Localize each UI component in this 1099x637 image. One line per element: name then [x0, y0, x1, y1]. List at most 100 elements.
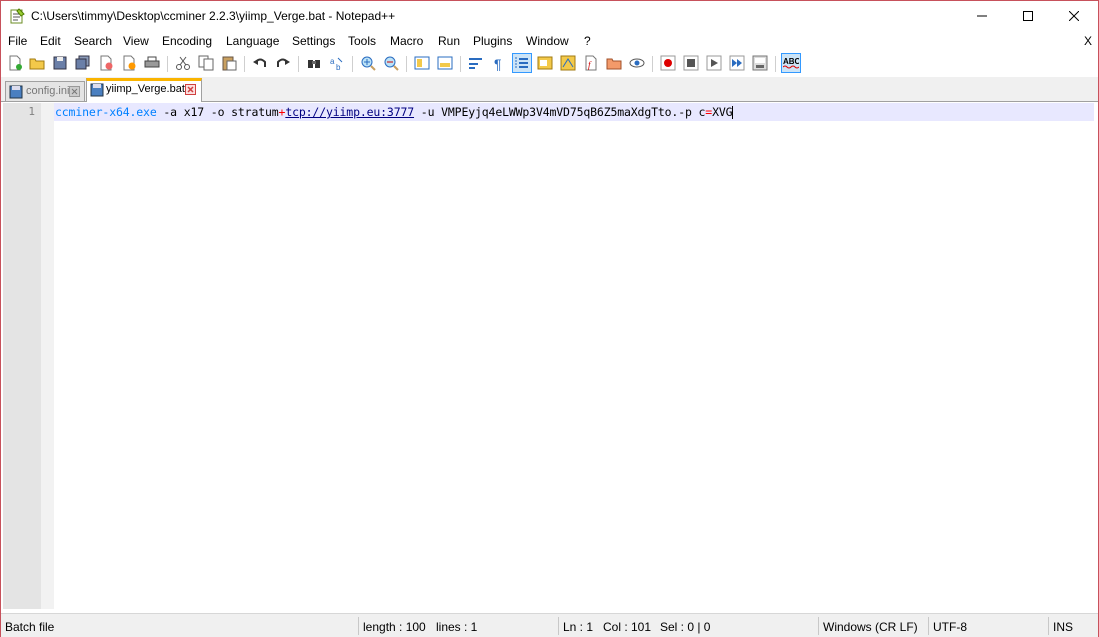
- status-separator: [358, 617, 359, 635]
- menu-run[interactable]: Run: [438, 34, 460, 48]
- menu-bar: File Edit Search View Encoding Language …: [1, 32, 1098, 52]
- code-line[interactable]: ccminer-x64.exe -a x17 -o stratum+tcp://…: [55, 105, 734, 119]
- status-separator: [558, 617, 559, 635]
- tab-config-ini[interactable]: config.ini: [5, 81, 85, 101]
- find-icon[interactable]: [306, 55, 322, 71]
- status-length: length : 100: [363, 620, 426, 634]
- copy-icon[interactable]: [198, 55, 214, 71]
- menu-window[interactable]: Window: [526, 34, 569, 48]
- doc-list-icon[interactable]: f: [583, 55, 599, 71]
- show-all-chars-icon[interactable]: ¶: [491, 55, 507, 72]
- args-token: XVG: [712, 105, 733, 119]
- new-file-icon[interactable]: [7, 55, 23, 71]
- maximize-button[interactable]: [1005, 1, 1051, 31]
- replace-icon[interactable]: ab: [329, 55, 345, 72]
- tab-close-icon[interactable]: [69, 86, 80, 97]
- status-file-type: Batch file: [5, 620, 55, 634]
- menu-search[interactable]: Search: [74, 34, 112, 48]
- status-encoding[interactable]: UTF-8: [933, 620, 967, 634]
- notepad-app-icon: [9, 8, 25, 24]
- saved-file-icon: [90, 83, 104, 97]
- menu-file[interactable]: File: [8, 34, 27, 48]
- function-list-icon[interactable]: [560, 55, 576, 71]
- menu-help[interactable]: ?: [584, 34, 591, 48]
- run-macro-multiple-icon[interactable]: [729, 55, 745, 71]
- save-icon[interactable]: [52, 55, 68, 71]
- toolbar-separator: [775, 56, 776, 72]
- spell-check-icon[interactable]: ABC: [782, 55, 801, 71]
- folder-workspace-icon[interactable]: [606, 55, 622, 71]
- args-token: -a x17 -o stratum: [156, 105, 279, 119]
- sync-vertical-icon[interactable]: [414, 55, 430, 71]
- open-file-icon[interactable]: [29, 55, 45, 71]
- tab-close-icon[interactable]: [185, 84, 196, 95]
- menu-tools[interactable]: Tools: [348, 34, 376, 48]
- menu-plugins[interactable]: Plugins: [473, 34, 512, 48]
- menu-edit[interactable]: Edit: [40, 34, 61, 48]
- undo-icon[interactable]: [252, 55, 268, 71]
- toolbar-separator: [460, 56, 461, 72]
- maximize-icon: [1023, 11, 1033, 21]
- zoom-out-icon[interactable]: [383, 55, 399, 71]
- save-macro-icon[interactable]: [752, 55, 768, 71]
- play-macro-icon[interactable]: [706, 55, 722, 71]
- window-title: C:\Users\timmy\Desktop\ccminer 2.2.3\yii…: [31, 9, 396, 23]
- status-ln: Ln : 1: [563, 620, 594, 634]
- tab-yiimp-verge-bat[interactable]: yiimp_Verge.bat: [86, 78, 202, 102]
- status-insert-mode[interactable]: INS: [1053, 620, 1073, 634]
- notepadpp-window: C:\Users\timmy\Desktop\ccminer 2.2.3\yii…: [0, 0, 1099, 637]
- menu-settings[interactable]: Settings: [292, 34, 335, 48]
- status-col: Col : 101: [603, 620, 652, 634]
- toolbar-separator: [298, 56, 299, 72]
- menu-language[interactable]: Language: [226, 34, 279, 48]
- record-macro-icon[interactable]: [660, 55, 676, 71]
- status-separator: [1048, 617, 1049, 635]
- svg-text:b: b: [336, 63, 341, 71]
- text-caret: [732, 106, 734, 119]
- monitoring-icon[interactable]: [629, 55, 645, 71]
- toolbar-separator: [244, 56, 245, 72]
- toolbar-separator: [406, 56, 407, 72]
- spell-check-label: ABC: [783, 57, 799, 66]
- cut-icon[interactable]: [175, 55, 191, 71]
- close-document-button[interactable]: X: [1084, 34, 1092, 48]
- svg-text:a: a: [330, 57, 335, 66]
- args-token: -u VMPEyjq4eLWWp3V4mVD75qB6Z5maXdgTto.-p…: [414, 105, 706, 119]
- zoom-in-icon[interactable]: [360, 55, 376, 71]
- fold-margin: [41, 103, 54, 609]
- url-link[interactable]: tcp://yiimp.eu:3777: [285, 105, 414, 119]
- minimize-button[interactable]: [959, 1, 1005, 31]
- word-wrap-icon[interactable]: [468, 55, 484, 71]
- line-number: 1: [28, 105, 35, 118]
- close-icon: [1069, 11, 1079, 21]
- status-separator: [818, 617, 819, 635]
- close-window-button[interactable]: [1051, 1, 1097, 31]
- title-bar[interactable]: C:\Users\timmy\Desktop\ccminer 2.2.3\yii…: [1, 1, 1098, 31]
- status-separator: [928, 617, 929, 635]
- close-icon[interactable]: [98, 55, 114, 71]
- tab-bar: config.ini yiimp_Verge.bat: [1, 77, 1098, 102]
- stop-record-icon[interactable]: [683, 55, 699, 71]
- indent-guide-icon[interactable]: [514, 55, 530, 71]
- menu-encoding[interactable]: Encoding: [162, 34, 212, 48]
- menu-macro[interactable]: Macro: [390, 34, 423, 48]
- print-icon[interactable]: [144, 55, 160, 71]
- editor-area[interactable]: 1 ccminer-x64.exe -a x17 -o stratum+tcp:…: [3, 103, 1096, 609]
- document-map-icon[interactable]: [537, 55, 553, 71]
- toolbar-separator: [167, 56, 168, 72]
- save-all-icon[interactable]: [75, 55, 91, 71]
- status-bar: Batch file length : 100 lines : 1 Ln : 1…: [1, 613, 1098, 637]
- command-token: ccminer-x64.exe: [55, 105, 157, 119]
- tab-label: yiimp_Verge.bat: [106, 83, 185, 95]
- toolbar: ab ¶ f ABC: [1, 52, 1098, 76]
- menu-view[interactable]: View: [123, 34, 149, 48]
- close-all-icon[interactable]: [121, 55, 137, 71]
- toolbar-separator: [352, 56, 353, 72]
- line-number-gutter: 1: [3, 103, 41, 609]
- toolbar-separator: [652, 56, 653, 72]
- paste-icon[interactable]: [221, 55, 237, 71]
- status-eol[interactable]: Windows (CR LF): [823, 620, 918, 634]
- sync-horizontal-icon[interactable]: [437, 55, 453, 71]
- saved-file-icon: [9, 85, 23, 99]
- redo-icon[interactable]: [275, 55, 291, 71]
